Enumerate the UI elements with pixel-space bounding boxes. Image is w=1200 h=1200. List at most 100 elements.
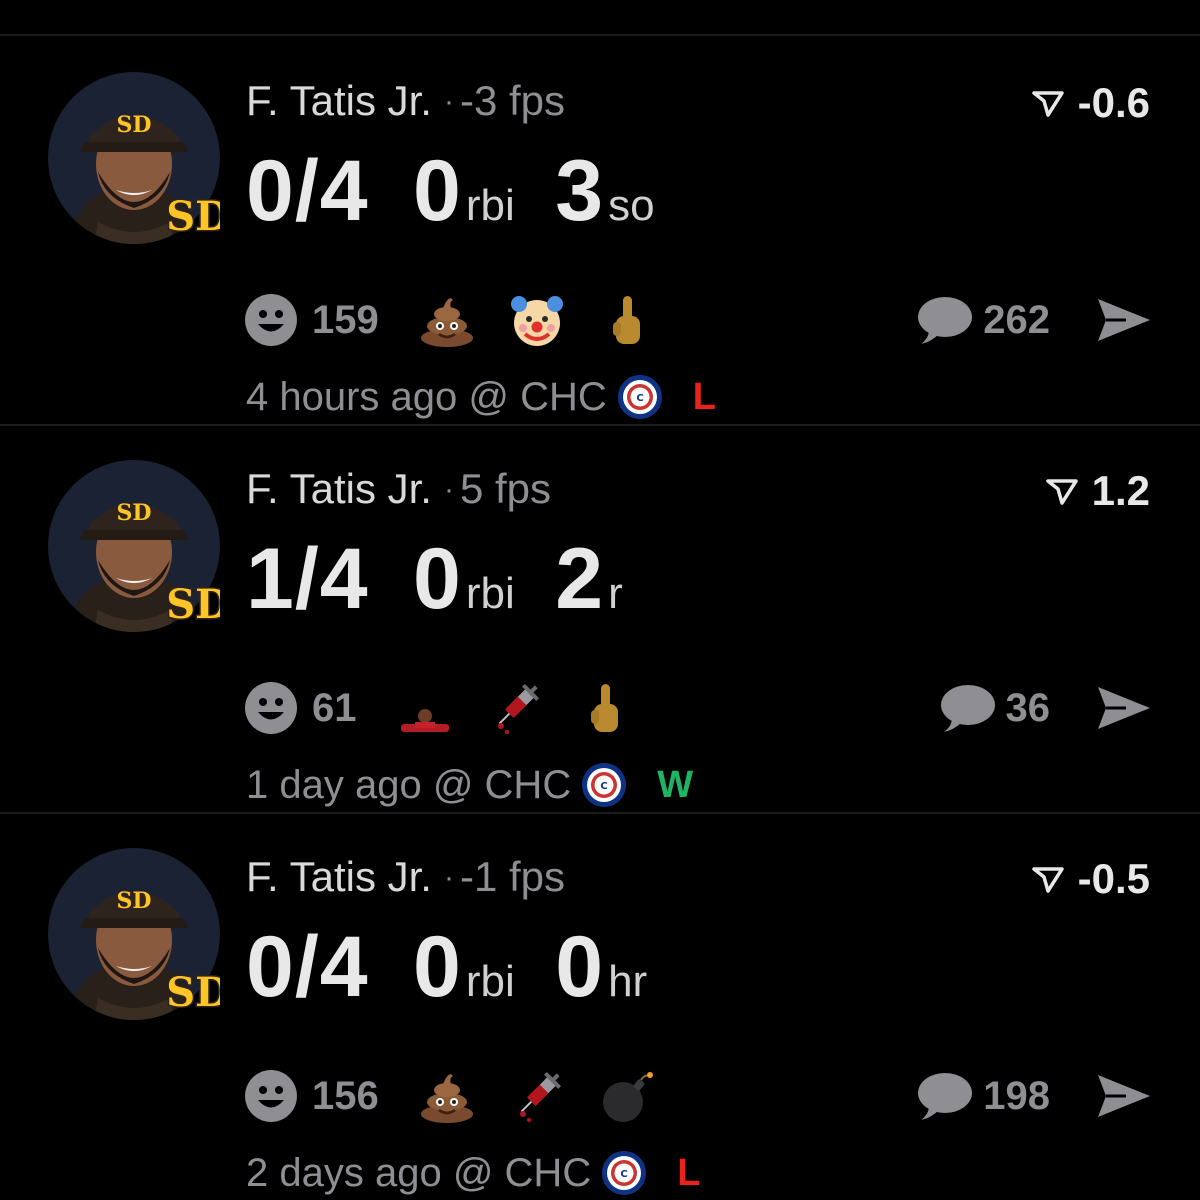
- stat-line: 1/4 0rbi 2r: [246, 524, 659, 634]
- score-indicator: -0.5: [1031, 854, 1150, 904]
- stat-value: 0: [413, 143, 462, 239]
- time-ago: 2 days ago: [246, 1151, 442, 1195]
- score-indicator: -0.6: [1031, 78, 1150, 128]
- comment-count[interactable]: 36: [1006, 686, 1051, 731]
- reactions-bar: 156: [244, 1066, 689, 1126]
- comment-bubble-icon[interactable]: [938, 682, 996, 734]
- player-name[interactable]: F. Tatis Jr.: [246, 77, 432, 124]
- syringe-emoji[interactable]: [509, 1068, 565, 1124]
- score-value: 1.2: [1091, 467, 1150, 514]
- stat-hits: 0/4: [246, 912, 373, 1022]
- svg-text:C: C: [636, 393, 643, 404]
- clown-emoji[interactable]: [509, 292, 565, 348]
- stat-rbi: 0rbi: [413, 136, 515, 246]
- stat-rbi: 0rbi: [413, 912, 515, 1022]
- stat-unit: rbi: [465, 181, 515, 230]
- add-reaction-smiley-icon[interactable]: [244, 1069, 298, 1123]
- game-footer: 1 day ago @ CHC C W: [246, 760, 693, 810]
- player-name[interactable]: F. Tatis Jr.: [246, 853, 432, 900]
- stat-line: 0/4 0rbi 3so: [246, 136, 691, 246]
- game-result: L: [692, 376, 717, 418]
- middle-finger-emoji[interactable]: [599, 292, 655, 348]
- middle-finger-emoji[interactable]: [577, 680, 633, 736]
- score-value: -0.5: [1077, 855, 1150, 902]
- reaction-count: 156: [312, 1073, 379, 1118]
- player-sticker-emoji[interactable]: [397, 680, 453, 736]
- stat-line: 0/4 0rbi 0hr: [246, 912, 683, 1022]
- comment-count[interactable]: 262: [983, 298, 1050, 343]
- separator-dot: ·: [443, 85, 454, 118]
- share-send-icon[interactable]: [1096, 683, 1152, 733]
- actions-bar: 198: [915, 1066, 1152, 1126]
- game-footer: 2 days ago @ CHC C L: [246, 1148, 700, 1198]
- cubs-logo-icon: C: [602, 1151, 647, 1195]
- stat-value: 0/4: [246, 919, 369, 1015]
- separator-dot: ·: [443, 473, 454, 506]
- fps-value: 5 fps: [459, 465, 552, 512]
- reaction-count: 159: [312, 297, 379, 342]
- player-header: F. Tatis Jr. · -3 fps: [246, 76, 565, 131]
- reaction-count: 61: [312, 685, 357, 730]
- player-name[interactable]: F. Tatis Jr.: [246, 465, 432, 512]
- svg-text:SD: SD: [117, 500, 152, 526]
- feed-card[interactable]: SD SD F. Tatis Jr. · -3 fps -0.6 0/4 0rbi …: [0, 36, 1200, 424]
- stat-hits: 1/4: [246, 524, 373, 634]
- add-reaction-smiley-icon[interactable]: [244, 293, 298, 347]
- stat-so: 3so: [555, 136, 654, 246]
- opponent[interactable]: @ CHC: [433, 760, 571, 810]
- share-send-icon[interactable]: [1096, 1071, 1152, 1121]
- add-reaction-smiley-icon[interactable]: [244, 681, 298, 735]
- opponent[interactable]: @ CHC: [468, 372, 606, 422]
- stat-runs: 2r: [555, 524, 623, 634]
- trend-down-icon: [1045, 479, 1078, 505]
- cubs-logo-icon: C: [582, 763, 627, 807]
- player-header: F. Tatis Jr. · 5 fps: [246, 464, 551, 519]
- fps-value: -1 fps: [459, 853, 565, 900]
- svg-text:SD: SD: [117, 888, 152, 914]
- player-header: F. Tatis Jr. · -1 fps: [246, 852, 565, 907]
- comment-count[interactable]: 198: [983, 1074, 1050, 1119]
- poop-emoji[interactable]: [419, 292, 475, 348]
- score-indicator: 1.2: [1045, 466, 1150, 516]
- svg-text:SD: SD: [166, 969, 220, 1016]
- opponent[interactable]: @ CHC: [453, 1148, 591, 1198]
- poop-emoji[interactable]: [419, 1068, 475, 1124]
- bomb-emoji[interactable]: [599, 1068, 655, 1124]
- actions-bar: 262: [915, 290, 1152, 350]
- stat-unit: rbi: [465, 957, 515, 1006]
- comment-bubble-icon[interactable]: [915, 1070, 973, 1122]
- stat-hits: 0/4: [246, 136, 373, 246]
- comment-bubble-icon[interactable]: [915, 294, 973, 346]
- stat-value: 0/4: [246, 143, 369, 239]
- svg-text:SD: SD: [166, 193, 220, 240]
- game-result: L: [677, 1152, 701, 1194]
- stat-unit: so: [608, 181, 655, 230]
- stat-value: 2: [555, 531, 605, 627]
- time-ago: 4 hours ago: [246, 375, 458, 419]
- feed-card[interactable]: SD SD F. Tatis Jr. · -1 fps -0.5 0/4 0rbi …: [0, 812, 1200, 1200]
- feed-card[interactable]: SD SD F. Tatis Jr. · 5 fps 1.2 1/4 0rbi 2r…: [0, 424, 1200, 812]
- svg-text:SD: SD: [166, 581, 220, 628]
- reactions-bar: 159: [244, 290, 689, 350]
- stat-unit: rbi: [465, 569, 515, 618]
- svg-text:SD: SD: [117, 112, 152, 138]
- game-footer: 4 hours ago @ CHC C L: [246, 372, 716, 422]
- stat-value: 0: [413, 919, 462, 1015]
- stat-unit: hr: [608, 957, 648, 1006]
- stat-value: 0: [555, 919, 605, 1015]
- cubs-logo-icon: C: [617, 375, 662, 419]
- fps-value: -3 fps: [459, 77, 565, 124]
- stat-value: 3: [555, 143, 605, 239]
- time-ago: 1 day ago: [246, 763, 422, 807]
- stat-value: 0: [413, 531, 462, 627]
- player-avatar[interactable]: SD SD: [48, 848, 220, 1020]
- share-send-icon[interactable]: [1096, 295, 1152, 345]
- svg-text:C: C: [621, 1169, 628, 1180]
- player-avatar[interactable]: SD SD: [48, 72, 220, 244]
- stat-unit: r: [608, 569, 623, 618]
- trend-down-icon: [1031, 867, 1064, 893]
- stat-rbi: 0rbi: [413, 524, 515, 634]
- syringe-emoji[interactable]: [487, 680, 543, 736]
- player-avatar[interactable]: SD SD: [48, 460, 220, 632]
- score-value: -0.6: [1077, 79, 1150, 126]
